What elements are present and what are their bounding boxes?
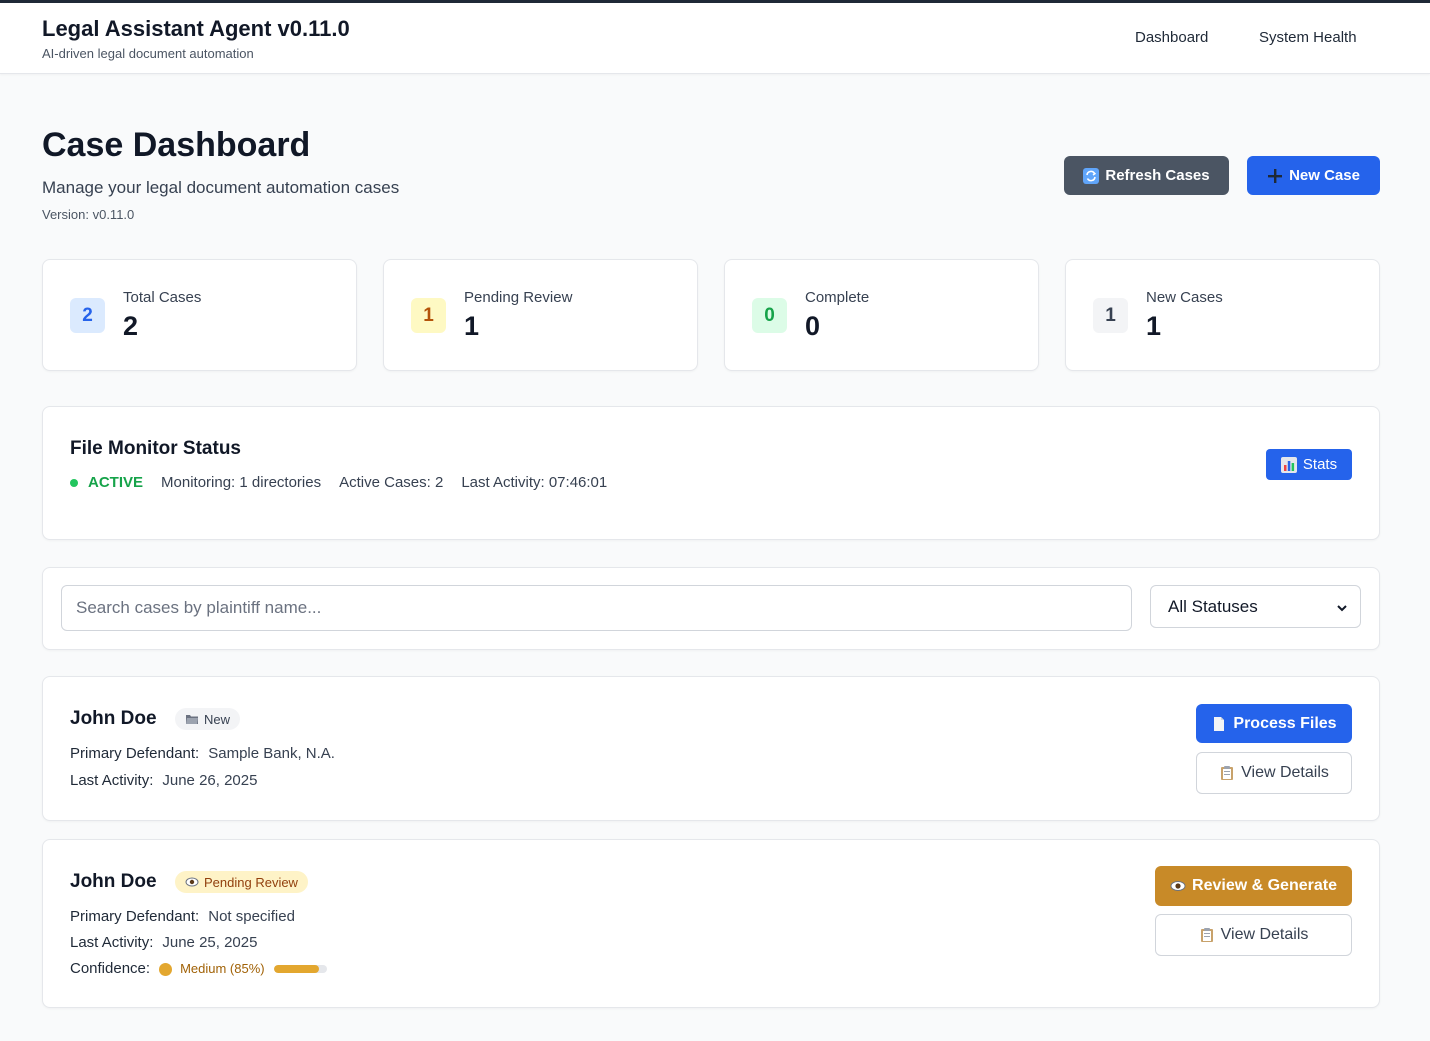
stat-badge: 0: [752, 298, 787, 333]
primary-defendant: Primary Defendant: Not specified: [70, 908, 295, 925]
stat-card-new: 1 New Cases 1: [1065, 259, 1380, 371]
case-card: John Doe New Primary Defendant: Sample Ba…: [42, 676, 1380, 821]
new-case-button[interactable]: New Case: [1247, 156, 1380, 195]
last-activity-label: Last Activity:: [70, 934, 154, 951]
last-activity-label: Last Activity:: [70, 772, 154, 789]
search-input[interactable]: [61, 585, 1132, 631]
page-subtitle: Manage your legal document automation ca…: [42, 178, 400, 197]
stat-badge: 2: [70, 298, 105, 333]
case-plaintiff-name: John Doe: [70, 871, 157, 892]
page-version: Version: v0.11.0: [42, 207, 135, 222]
case-card: John Doe Pending Review Primary Defendan…: [42, 839, 1380, 1008]
clipboard-icon: [1199, 927, 1215, 943]
primary-defendant-value: Sample Bank, N.A.: [208, 745, 335, 762]
last-activity: Last Activity: 07:46:01: [461, 474, 608, 491]
primary-defendant: Primary Defendant: Sample Bank, N.A.: [70, 745, 335, 762]
chevron-down-icon: [1336, 599, 1348, 612]
app-subtitle: AI-driven legal document automation: [42, 46, 254, 61]
document-icon: [1211, 716, 1227, 732]
stats-label: Stats: [1302, 456, 1338, 473]
confidence-label: Confidence:: [70, 960, 151, 977]
process-files-button[interactable]: Process Files: [1196, 704, 1352, 743]
last-activity-value: June 25, 2025: [162, 934, 258, 951]
stat-card-complete: 0 Complete 0: [724, 259, 1039, 371]
refresh-icon: [1083, 167, 1100, 184]
top-navbar: Legal Assistant Agent v0.11.0 AI-driven …: [0, 0, 1430, 74]
status-badge: Pending Review: [175, 871, 308, 893]
view-details-button[interactable]: View Details: [1196, 752, 1352, 794]
review-generate-button[interactable]: Review & Generate: [1155, 866, 1352, 906]
file-monitor-title: File Monitor Status: [70, 438, 241, 459]
status-badge-label: Pending Review: [204, 874, 298, 890]
stats-button[interactable]: Stats: [1266, 449, 1352, 480]
file-monitor-card: File Monitor Status ACTIVE Monitoring: 1…: [42, 406, 1380, 540]
stat-value: 2: [123, 311, 139, 341]
case-plaintiff-name: John Doe: [70, 708, 157, 729]
primary-defendant-label: Primary Defendant:: [70, 908, 200, 925]
confidence-dot-icon: [159, 962, 173, 976]
filter-bar: All Statuses: [42, 567, 1380, 650]
confidence-bar: [273, 965, 327, 974]
stat-card-pending: 1 Pending Review 1: [383, 259, 698, 371]
view-details-button[interactable]: View Details: [1155, 914, 1352, 956]
refresh-cases-label: Refresh Cases: [1105, 167, 1210, 184]
stat-label: Complete: [805, 289, 870, 306]
stat-value: 1: [464, 311, 480, 341]
primary-defendant-value: Not specified: [208, 908, 295, 925]
process-files-label: Process Files: [1233, 714, 1337, 732]
clipboard-icon: [1219, 765, 1235, 781]
stat-label: Pending Review: [464, 289, 573, 306]
stat-value: 0: [805, 311, 821, 341]
folder-icon: [185, 712, 199, 726]
confidence: Confidence: Medium (85%): [70, 960, 327, 977]
file-monitor-status-row: ACTIVE Monitoring: 1 directories Active …: [70, 474, 625, 491]
status-badge: New: [175, 708, 241, 730]
stat-label: New Cases: [1146, 289, 1223, 306]
bar-chart-icon: [1280, 456, 1297, 473]
status-dot-icon: [70, 478, 78, 487]
stat-value: 1: [1146, 311, 1162, 341]
status-filter-value: All Statuses: [1168, 596, 1258, 616]
nav-system-health[interactable]: System Health: [1259, 29, 1357, 46]
monitor-status: ACTIVE: [88, 474, 144, 491]
stat-badge: 1: [411, 298, 446, 333]
monitoring-directories: Monitoring: 1 directories: [161, 474, 322, 491]
eye-icon: [1170, 878, 1186, 894]
last-activity: Last Activity: June 26, 2025: [70, 772, 257, 789]
stat-badge: 1: [1093, 298, 1128, 333]
active-cases: Active Cases: 2: [339, 474, 444, 491]
view-details-label: View Details: [1241, 764, 1329, 781]
view-details-label: View Details: [1220, 926, 1309, 943]
eye-icon: [185, 875, 199, 889]
app-title: Legal Assistant Agent v0.11.0: [42, 16, 350, 41]
last-activity: Last Activity: June 25, 2025: [70, 934, 257, 951]
refresh-cases-button[interactable]: Refresh Cases: [1064, 156, 1229, 195]
confidence-text: Medium (85%): [180, 961, 265, 976]
confidence-bar-fill: [273, 965, 319, 974]
new-case-label: New Case: [1289, 167, 1360, 184]
last-activity-value: June 26, 2025: [162, 772, 258, 789]
status-filter-select[interactable]: All Statuses: [1150, 585, 1361, 628]
page-title: Case Dashboard: [42, 126, 311, 164]
review-generate-label: Review & Generate: [1192, 877, 1337, 894]
stat-card-total: 2 Total Cases 2: [42, 259, 357, 371]
primary-defendant-label: Primary Defendant:: [70, 745, 200, 762]
plus-icon: [1267, 168, 1283, 184]
stat-label: Total Cases: [123, 289, 202, 306]
status-badge-label: New: [204, 711, 231, 727]
nav-dashboard[interactable]: Dashboard: [1135, 29, 1208, 46]
